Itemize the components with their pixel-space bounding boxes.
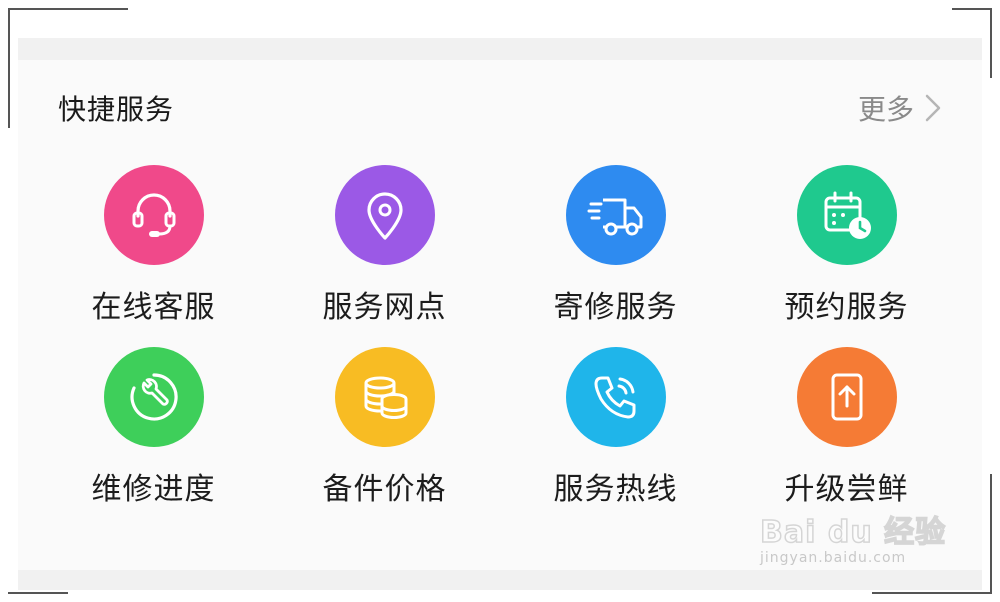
section-title: 快捷服务	[58, 93, 175, 126]
service-label: 服务网点	[322, 290, 447, 325]
service-label: 在线客服	[91, 290, 216, 325]
service-icon-circle	[565, 347, 666, 447]
baidu-jingyan-watermark: Bai du 经验 jingyan.baidu.com	[759, 515, 950, 572]
service-icon-circle	[103, 347, 204, 447]
service-upgrade-preview[interactable]: 升级尝鲜	[731, 347, 962, 507]
wrench-progress-icon	[130, 373, 178, 421]
chevron-right-icon	[925, 94, 941, 122]
service-appointment[interactable]: 预约服务	[731, 165, 962, 325]
frame-corner-line	[952, 8, 992, 10]
watermark-logo: Bai du 经验	[759, 515, 947, 551]
more-label: 更多	[857, 93, 914, 126]
frame-corner-line	[8, 8, 10, 128]
section-header: 快捷服务 更多	[58, 88, 942, 128]
frame-corner-line	[872, 592, 992, 594]
more-button[interactable]: 更多	[858, 88, 942, 128]
service-label: 预约服务	[784, 290, 909, 325]
frame-corner-line	[990, 8, 992, 78]
service-icon-circle	[334, 165, 435, 265]
watermark-url: jingyan.baidu.com	[760, 550, 907, 566]
service-hotline[interactable]: 服务热线	[500, 347, 731, 507]
service-label: 维修进度	[91, 472, 216, 507]
delivery-truck-icon	[587, 198, 642, 236]
service-label: 备件价格	[322, 472, 447, 507]
frame-corner-line	[8, 8, 128, 10]
top-divider	[18, 38, 982, 60]
services-grid: 在线客服 服务网点 寄修服务 预约服务 维修进度 备件价格 服务热线 升级尝鲜	[18, 165, 1000, 507]
phone-call-icon	[594, 376, 635, 419]
service-outlets[interactable]: 服务网点	[269, 165, 500, 325]
quick-services-card: 快捷服务 更多 在线客服 服务网点 寄修服务 预约服务 维修进度 备件价格 服务…	[18, 60, 982, 570]
service-icon-circle	[796, 165, 897, 265]
phone-upgrade-icon	[831, 373, 862, 421]
service-icon-circle	[796, 347, 897, 447]
service-mail-repair[interactable]: 寄修服务	[500, 165, 731, 325]
service-icon-circle	[334, 347, 435, 447]
coins-icon	[364, 376, 407, 419]
service-online-support[interactable]: 在线客服	[38, 165, 269, 325]
service-label: 升级尝鲜	[784, 472, 909, 507]
service-icon-circle	[103, 165, 204, 265]
bottom-divider	[18, 570, 982, 590]
frame-corner-line	[8, 592, 68, 594]
calendar-clock-icon	[824, 191, 871, 239]
service-icon-circle	[565, 165, 666, 265]
headset-icon	[132, 193, 175, 237]
screenshot-frame: 快捷服务 更多 在线客服 服务网点 寄修服务 预约服务 维修进度 备件价格 服务…	[0, 0, 1000, 602]
service-repair-progress[interactable]: 维修进度	[38, 347, 269, 507]
service-parts-price[interactable]: 备件价格	[269, 347, 500, 507]
service-label: 服务热线	[553, 472, 678, 507]
location-pin-icon	[366, 192, 403, 240]
service-label: 寄修服务	[553, 290, 678, 325]
